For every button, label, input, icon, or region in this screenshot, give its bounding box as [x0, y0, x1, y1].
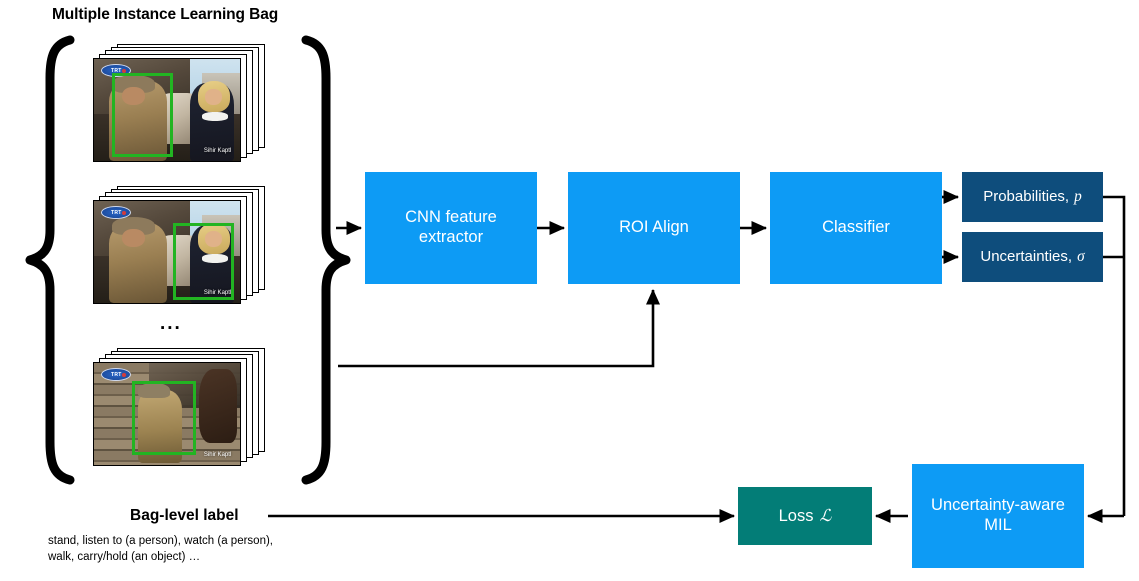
instance-frame-image: TRT Sihir Kaptl: [93, 200, 241, 304]
bounding-box: [131, 381, 197, 455]
probabilities-box[interactable]: Probabilities, p: [962, 172, 1103, 222]
loss-label: Loss: [778, 506, 814, 525]
instance-stack-3: TRT Sihir Kaptl: [93, 348, 265, 470]
bounding-box: [111, 73, 173, 157]
left-brace-icon: [25, 35, 75, 485]
bag-ellipsis: ...: [160, 313, 182, 334]
instance-frame-image: TRT Sihir Kaptl: [93, 58, 241, 162]
instance-stack-2: TRT Sihir Kaptl: [93, 186, 265, 308]
uncertainties-label: Uncertainties,: [980, 247, 1073, 265]
frame-watermark: Sihir Kaptl: [203, 451, 232, 458]
classifier-box[interactable]: Classifier: [770, 172, 942, 284]
diagram-canvas: Multiple Instance Learning Bag TRT Sihir…: [0, 0, 1139, 581]
instance-frame-image: TRT Sihir Kaptl: [93, 362, 241, 466]
mil-label-line2: MIL: [984, 516, 1012, 534]
probabilities-symbol: p: [1074, 187, 1082, 205]
cnn-label-line2: extractor: [418, 228, 484, 246]
probabilities-label: Probabilities,: [983, 187, 1070, 205]
bag-level-label-classes: stand, listen to (a person), watch (a pe…: [48, 535, 273, 563]
mil-label-line1: Uncertainty-aware: [931, 496, 1065, 515]
roi-align-label: ROI Align: [619, 218, 689, 237]
channel-logo-text: TRT: [110, 209, 122, 216]
loss-symbol: ℒ: [819, 505, 832, 525]
right-brace-icon: [301, 35, 351, 485]
roi-align-box[interactable]: ROI Align: [568, 172, 740, 284]
cnn-label-line1: CNN feature: [405, 208, 497, 227]
bounding-box: [172, 223, 235, 300]
uncertainty-aware-mil-box[interactable]: Uncertainty-aware MIL: [912, 464, 1084, 568]
uncertainties-box[interactable]: Uncertainties, σ: [962, 232, 1103, 282]
cnn-feature-extractor-box[interactable]: CNN feature extractor: [365, 172, 537, 284]
uncertainties-symbol: σ: [1077, 247, 1085, 265]
bag-level-label-title: Bag-level label: [130, 507, 239, 524]
channel-logo-text: TRT: [110, 371, 122, 378]
page-title: Multiple Instance Learning Bag: [52, 6, 279, 23]
classifier-label: Classifier: [822, 218, 890, 237]
frame-watermark: Sihir Kaptl: [203, 147, 232, 154]
loss-box[interactable]: Loss ℒ: [738, 487, 872, 545]
instance-stack-1: TRT Sihir Kaptl: [93, 44, 265, 166]
